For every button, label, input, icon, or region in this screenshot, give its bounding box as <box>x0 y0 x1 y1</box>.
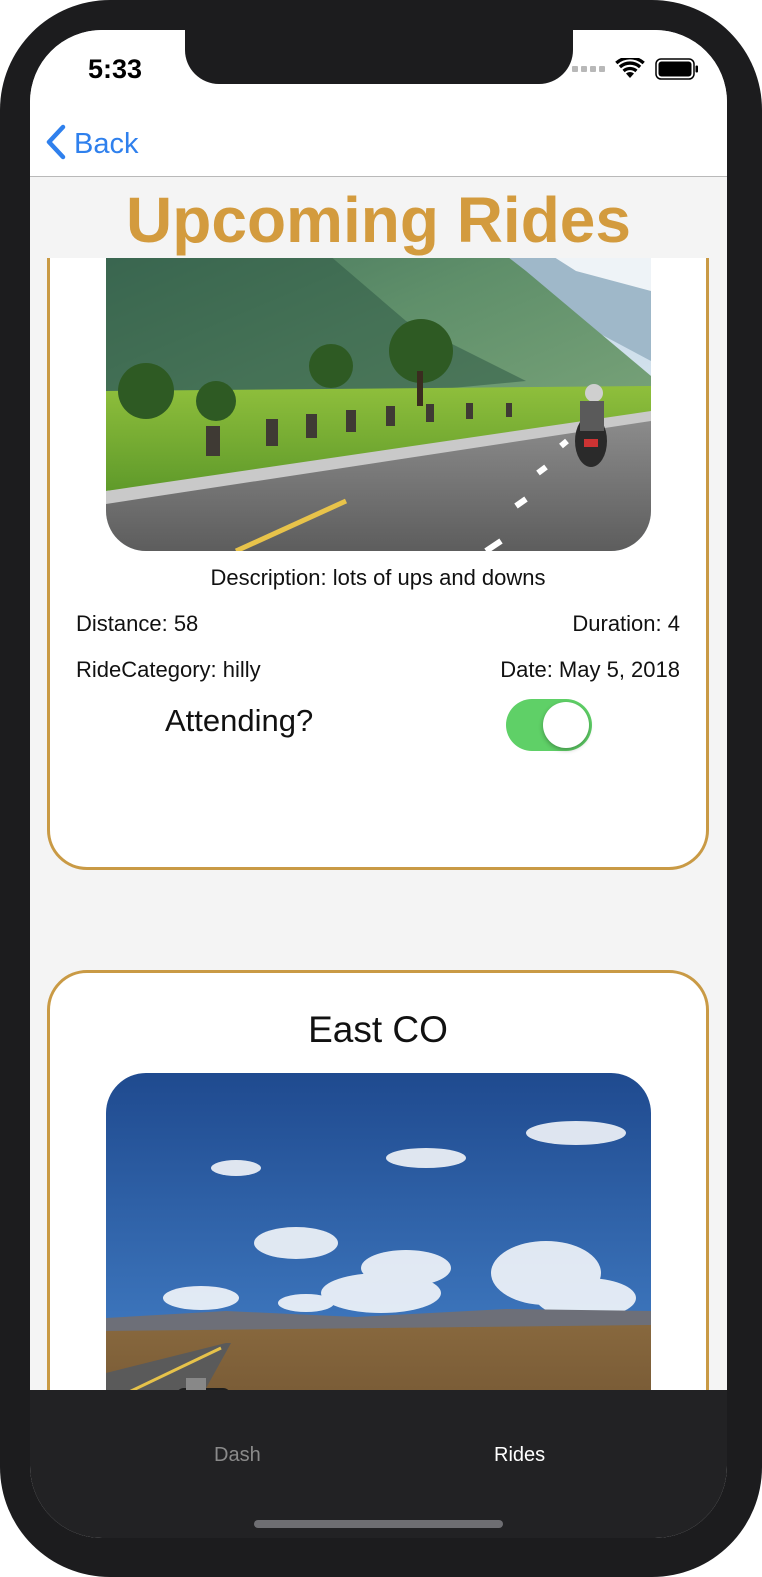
ride-name: East CO <box>308 1009 448 1050</box>
screen: 5:33 Back Upcoming Rides Description: lo… <box>30 30 727 1538</box>
device-notch <box>185 30 573 84</box>
ride-card: Description: lots of ups and downs Dista… <box>47 258 709 870</box>
navigation-bar: Back <box>30 118 727 177</box>
ride-card: East CO <box>47 970 709 1390</box>
back-label: Back <box>74 127 139 160</box>
toggle-knob <box>543 702 589 748</box>
back-button[interactable]: Back <box>44 122 138 166</box>
tab-bar: Dash Rides <box>30 1390 727 1538</box>
rides-list[interactable]: Description: lots of ups and downs Dista… <box>30 258 727 1390</box>
tab-dash[interactable]: Dash <box>214 1444 261 1467</box>
attending-label: Attending? <box>165 703 314 738</box>
battery-icon <box>655 58 699 80</box>
attending-toggle[interactable] <box>506 699 592 751</box>
ride-image-mountain-road <box>106 258 651 551</box>
status-icons <box>572 58 699 80</box>
cellular-signal-icon <box>572 66 605 72</box>
home-indicator[interactable] <box>254 1520 503 1528</box>
ride-distance: Distance: 58 <box>76 611 199 636</box>
wifi-icon <box>615 58 645 80</box>
tab-rides[interactable]: Rides <box>494 1444 545 1467</box>
ride-duration: Duration: 4 <box>572 611 680 636</box>
ride-date: Date: May 5, 2018 <box>500 657 680 682</box>
ride-description: Description: lots of ups and downs <box>210 565 546 590</box>
page-title: Upcoming Rides <box>126 184 631 256</box>
ride-image-plains-road <box>106 1073 651 1390</box>
ride-category: RideCategory: hilly <box>76 657 261 682</box>
status-time: 5:33 <box>88 54 143 84</box>
chevron-left-icon <box>44 124 66 165</box>
device-frame: 5:33 Back Upcoming Rides Description: lo… <box>0 0 762 1577</box>
